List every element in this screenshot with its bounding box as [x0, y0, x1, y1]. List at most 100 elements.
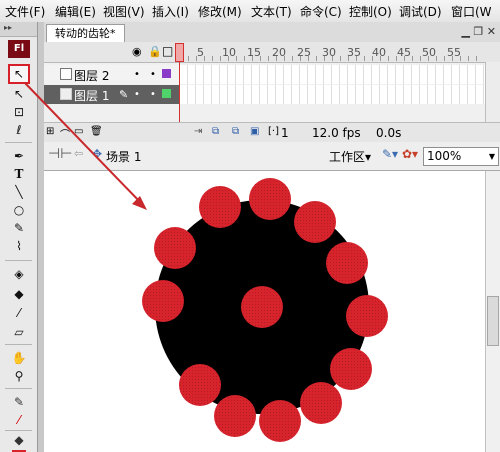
- visibility-dot[interactable]: •: [134, 69, 140, 80]
- layer-row-1[interactable]: 图层 1 ✎ • •: [44, 85, 485, 104]
- fill-color-button[interactable]: ◆: [8, 430, 30, 450]
- edit-scene-icon[interactable]: ✎▾: [382, 147, 398, 161]
- frame-tick: [204, 56, 205, 61]
- document-tab-bar: 转动的齿轮* ▁ ❐ ✕: [44, 22, 500, 43]
- timeline-header: ◉ 🔒 □ 5 10 15 20 25 30 35 40 45 50 55: [44, 42, 500, 63]
- frame-tick: [228, 56, 229, 61]
- close-icon[interactable]: ✕: [487, 25, 496, 38]
- transform-icon: ⊡: [13, 105, 25, 119]
- timeline-scrollbar[interactable]: [485, 62, 500, 122]
- menu-commands[interactable]: 命令(C): [300, 3, 342, 20]
- new-layer-icon[interactable]: ⊞: [46, 126, 54, 137]
- document-tab[interactable]: 转动的齿轮*: [46, 24, 125, 43]
- gear-tooth[interactable]: [330, 348, 372, 390]
- center-frame-icon[interactable]: ⇥: [194, 126, 202, 137]
- gear-tooth[interactable]: [346, 295, 388, 337]
- eyedropper-tool-button[interactable]: ⁄: [8, 303, 30, 323]
- menu-text[interactable]: 文本(T): [251, 3, 292, 20]
- gear-tooth[interactable]: [199, 186, 241, 228]
- text-tool-button[interactable]: T: [8, 164, 30, 184]
- gear-tooth[interactable]: [241, 286, 283, 328]
- menu-bar: 文件(F) 编辑(E) 视图(V) 插入(I) 修改(M) 文本(T) 命令(C…: [0, 0, 500, 23]
- stage-scroll-thumb[interactable]: [487, 296, 499, 346]
- timeline-toggle-icon[interactable]: ⊣⊢: [48, 146, 72, 162]
- minimize-icon[interactable]: ▁: [461, 25, 469, 38]
- workspace-dropdown[interactable]: 工作区▾: [329, 148, 371, 165]
- paint-bucket-tool-button[interactable]: ◆: [8, 284, 30, 304]
- gear-drawing[interactable]: [44, 171, 485, 452]
- onion-skin-icon[interactable]: ⧉: [212, 126, 219, 137]
- frame-number-label: 50: [422, 46, 436, 59]
- motion-guide-icon[interactable]: ⌒: [60, 126, 70, 141]
- stroke-color-button[interactable]: ✎: [8, 392, 30, 412]
- visibility-dot[interactable]: •: [134, 89, 140, 100]
- ink-bottle-tool-button[interactable]: ◈: [8, 264, 30, 284]
- playhead-handle[interactable]: [175, 43, 184, 62]
- line-tool-button[interactable]: ╲: [8, 182, 30, 202]
- menu-window[interactable]: 窗口(W: [451, 3, 492, 20]
- brush-tool-button[interactable]: ⌇: [8, 236, 30, 256]
- gear-tooth[interactable]: [294, 201, 336, 243]
- restore-icon[interactable]: ❐: [473, 25, 483, 38]
- gear-tooth[interactable]: [259, 400, 301, 442]
- gear-tooth[interactable]: [154, 227, 196, 269]
- menu-control[interactable]: 控制(O): [349, 3, 392, 20]
- new-folder-icon[interactable]: ▭: [74, 126, 83, 137]
- frame-tick: [268, 56, 269, 61]
- stage-area[interactable]: [44, 171, 485, 452]
- eyedropper-icon: ⁄: [17, 306, 20, 320]
- zoom-select[interactable]: 100% ▼: [423, 147, 499, 166]
- window-controls: ▁ ❐ ✕: [461, 25, 496, 38]
- layer-name-cell[interactable]: 图层 1 ✎ • •: [44, 85, 180, 104]
- gear-tooth[interactable]: [142, 280, 184, 322]
- frame-tick: [308, 56, 309, 61]
- trash-icon[interactable]: 🗑: [90, 126, 103, 137]
- lock-icon[interactable]: 🔒: [148, 45, 162, 58]
- gear-tooth[interactable]: [214, 395, 256, 437]
- free-transform-tool-button[interactable]: ⊡: [8, 102, 30, 122]
- edit-symbols-icon[interactable]: ✿▾: [402, 147, 418, 161]
- back-arrow-icon[interactable]: ⇦: [74, 147, 83, 160]
- layer-color-swatch[interactable]: [162, 69, 171, 78]
- subselection-tool-button[interactable]: ↖: [8, 84, 30, 104]
- show-hide-eye-icon[interactable]: ◉: [132, 45, 142, 58]
- layer-frames[interactable]: [180, 85, 485, 104]
- menu-insert[interactable]: 插入(I): [152, 3, 189, 20]
- frames-ruler[interactable]: 5 10 15 20 25 30 35 40 45 50 55: [180, 42, 485, 62]
- lock-dot[interactable]: •: [150, 69, 156, 80]
- gear-tooth[interactable]: [249, 178, 291, 220]
- toolbox-grip[interactable]: ▸▸: [0, 22, 37, 37]
- toolbox-panel: ▸▸ Fl ↖ ↖ ⊡ ℓ ✒ T ╲ ○ ✎ ⌇ ◈ ◆ ⁄ ▱ ✋ ⚲ ✎ …: [0, 22, 38, 452]
- menu-debug[interactable]: 调试(D): [399, 3, 442, 20]
- zoom-tool-button[interactable]: ⚲: [8, 366, 30, 386]
- lock-dot[interactable]: •: [150, 89, 156, 100]
- menu-modify[interactable]: 修改(M): [198, 3, 242, 20]
- pencil-tool-button[interactable]: ✎: [8, 218, 30, 238]
- gear-tooth[interactable]: [300, 382, 342, 424]
- layer-color-swatch[interactable]: [162, 89, 171, 98]
- gear-tooth[interactable]: [179, 364, 221, 406]
- menu-view[interactable]: 视图(V): [103, 3, 145, 20]
- oval-tool-button[interactable]: ○: [8, 200, 30, 220]
- modify-markers-icon[interactable]: [·]: [268, 126, 279, 137]
- hand-tool-button[interactable]: ✋: [8, 348, 30, 368]
- layer-name-cell[interactable]: 图层 2 • •: [44, 65, 180, 84]
- pen-tool-button[interactable]: ✒: [8, 146, 30, 166]
- menu-edit[interactable]: 编辑(E): [55, 3, 96, 20]
- selection-tool-button[interactable]: ↖: [8, 64, 30, 84]
- swap-colors-button[interactable]: ⁄: [8, 410, 30, 430]
- outline-square-icon[interactable]: □: [162, 44, 173, 58]
- swap-slash-icon: ⁄: [17, 413, 20, 427]
- onion-outline-icon[interactable]: ⧉: [232, 126, 239, 137]
- edit-multiple-frames-icon[interactable]: ▣: [250, 126, 259, 137]
- eraser-tool-button[interactable]: ▱: [8, 322, 30, 342]
- scene-label[interactable]: 场景 1: [106, 148, 141, 165]
- gear-tooth[interactable]: [326, 242, 368, 284]
- layer-row-2[interactable]: 图层 2 • •: [44, 65, 485, 84]
- lasso-tool-button[interactable]: ℓ: [8, 120, 30, 140]
- menu-file[interactable]: 文件(F): [5, 3, 45, 20]
- layer-frames[interactable]: [180, 65, 485, 84]
- frame-tick: [356, 56, 357, 61]
- frame-tick: [452, 56, 453, 61]
- frame-tick: [388, 56, 389, 61]
